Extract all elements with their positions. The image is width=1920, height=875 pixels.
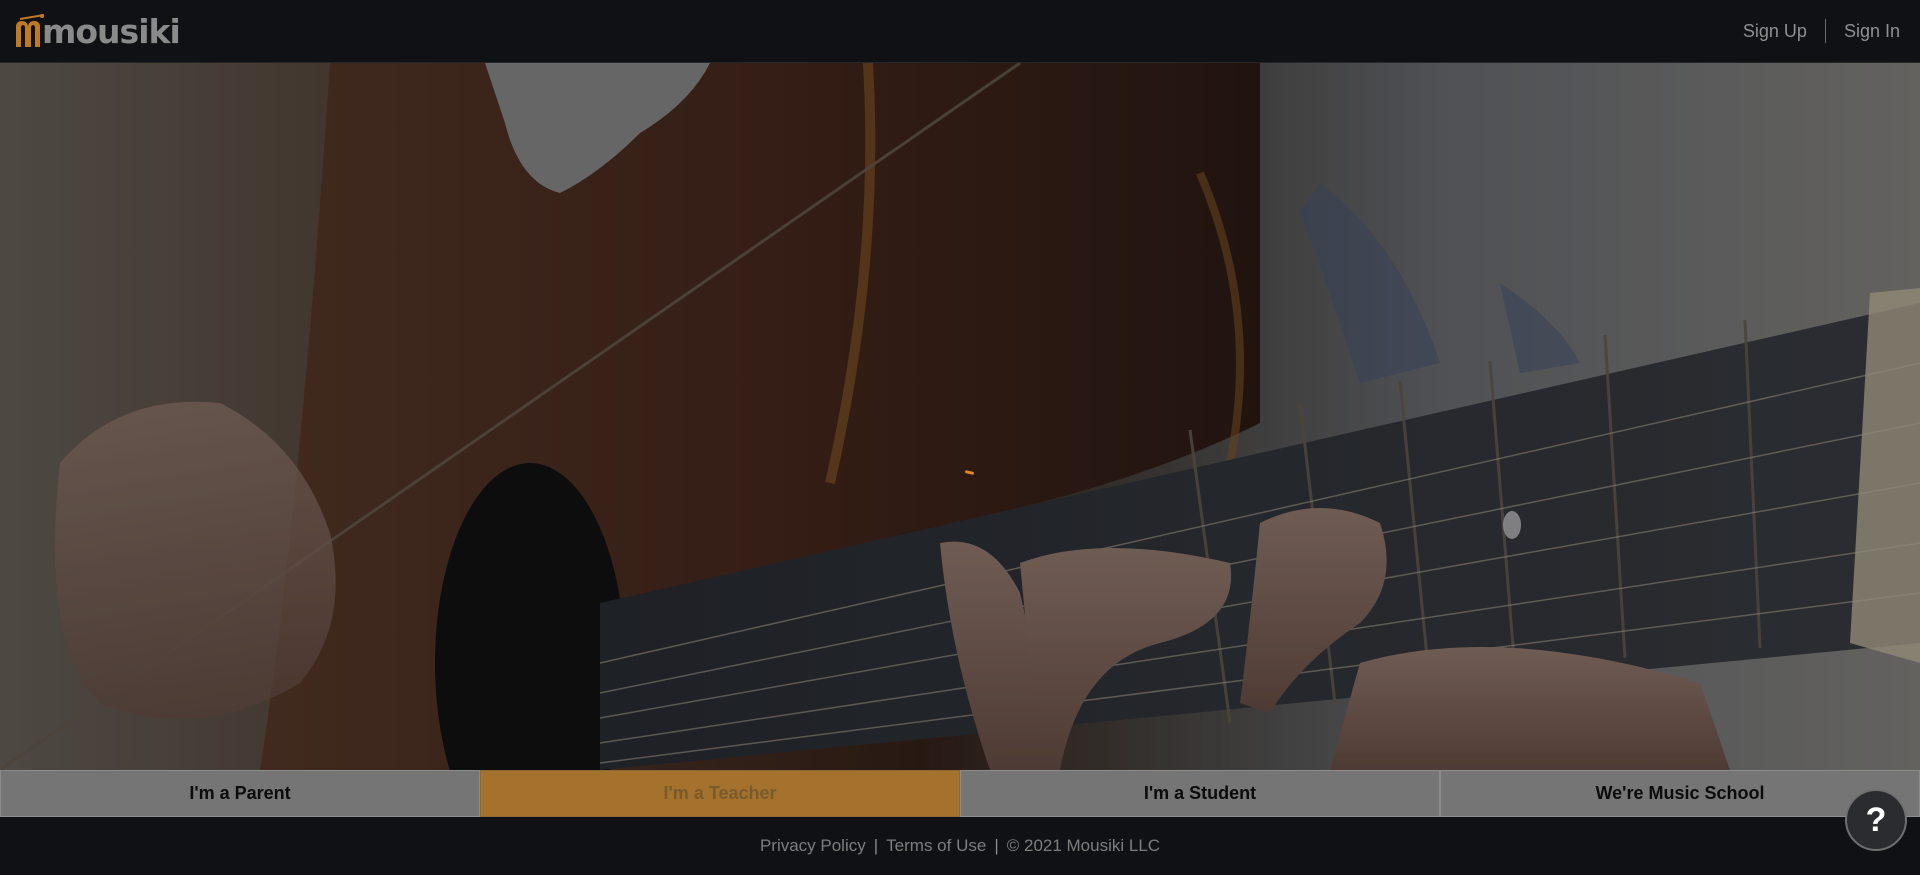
- privacy-policy-link[interactable]: Privacy Policy: [760, 836, 866, 856]
- terms-of-use-link[interactable]: Terms of Use: [886, 836, 986, 856]
- sign-in-link[interactable]: Sign In: [1838, 21, 1906, 42]
- role-student-button[interactable]: I'm a Student: [960, 770, 1440, 817]
- auth-links: Sign Up Sign In: [1737, 19, 1906, 43]
- footer-separator: |: [994, 836, 999, 855]
- help-button[interactable]: ?: [1845, 789, 1907, 851]
- sign-up-link[interactable]: Sign Up: [1737, 21, 1813, 42]
- top-header: mousiki Sign Up Sign In: [0, 0, 1920, 63]
- copyright-text: © 2021 Mousiki LLC: [1006, 836, 1161, 855]
- role-selector: I'm a Parent I'm a Teacher I'm a Student…: [0, 770, 1920, 817]
- mousiki-logo[interactable]: mousiki: [14, 11, 181, 51]
- mousiki-guitar-logo-icon: [16, 14, 44, 47]
- auth-divider: [1824, 19, 1826, 43]
- hero-guitar-image: [0, 63, 1920, 770]
- role-parent-button[interactable]: I'm a Parent: [0, 770, 480, 817]
- question-mark-icon: ?: [1865, 800, 1887, 839]
- logo-text: mousiki: [42, 11, 181, 51]
- role-teacher-button[interactable]: I'm a Teacher: [480, 770, 960, 817]
- hero-dim-overlay: [0, 63, 1920, 770]
- footer: Privacy Policy | Terms of Use | © 2021 M…: [0, 817, 1920, 875]
- footer-separator: |: [873, 836, 879, 855]
